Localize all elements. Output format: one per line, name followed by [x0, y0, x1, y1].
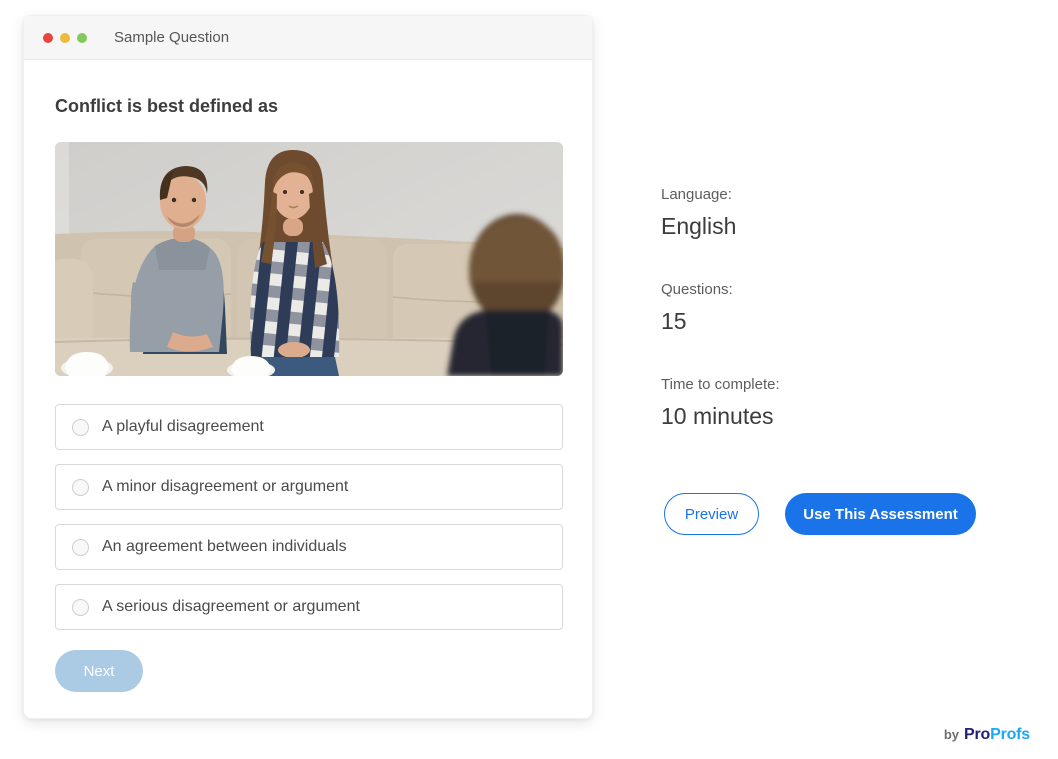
window-title: Sample Question	[114, 29, 229, 46]
traffic-light-yellow-icon	[60, 33, 70, 43]
time-label: Time to complete:	[661, 376, 780, 393]
option-label: An agreement between individuals	[102, 538, 347, 556]
option-label: A serious disagreement or argument	[102, 598, 360, 616]
traffic-light-red-icon	[43, 33, 53, 43]
window-titlebar: Sample Question	[24, 16, 592, 60]
option-label: A minor disagreement or argument	[102, 478, 348, 496]
sample-question-window: Sample Question Conflict is best defined…	[23, 15, 593, 719]
language-value: English	[661, 213, 780, 240]
proprofs-logo-pro: Pro	[964, 726, 990, 744]
time-value: 10 minutes	[661, 403, 780, 430]
assessment-details: Language: English Questions: 15 Time to …	[661, 186, 780, 471]
questions-label: Questions:	[661, 281, 780, 298]
option-a-minor-disagreement[interactable]: A minor disagreement or argument	[55, 464, 563, 510]
traffic-light-green-icon	[77, 33, 87, 43]
by-label: by	[944, 727, 959, 742]
preview-button[interactable]: Preview	[664, 493, 759, 535]
option-label: A playful disagreement	[102, 418, 264, 436]
radio-icon[interactable]	[72, 539, 89, 556]
radio-icon[interactable]	[72, 419, 89, 436]
option-a-playful-disagreement[interactable]: A playful disagreement	[55, 404, 563, 450]
option-a-serious-disagreement[interactable]: A serious disagreement or argument	[55, 584, 563, 630]
proprofs-logo-profs: Profs	[990, 726, 1030, 744]
option-an-agreement[interactable]: An agreement between individuals	[55, 524, 563, 570]
proprofs-branding: by Pro Profs	[944, 726, 1030, 744]
radio-icon[interactable]	[72, 479, 89, 496]
questions-value: 15	[661, 308, 780, 335]
question-title: Conflict is best defined as	[55, 96, 561, 117]
language-field: Language: English	[661, 186, 780, 240]
traffic-lights	[43, 33, 87, 43]
questions-field: Questions: 15	[661, 281, 780, 335]
answer-options: A playful disagreement A minor disagreem…	[55, 404, 561, 630]
couple-counseling-illustration	[55, 142, 563, 376]
time-field: Time to complete: 10 minutes	[661, 376, 780, 430]
question-photo	[55, 142, 563, 376]
next-button[interactable]: Next	[55, 650, 143, 692]
language-label: Language:	[661, 186, 780, 203]
action-buttons: Preview Use This Assessment	[664, 493, 976, 535]
radio-icon[interactable]	[72, 599, 89, 616]
use-this-assessment-button[interactable]: Use This Assessment	[785, 493, 976, 535]
